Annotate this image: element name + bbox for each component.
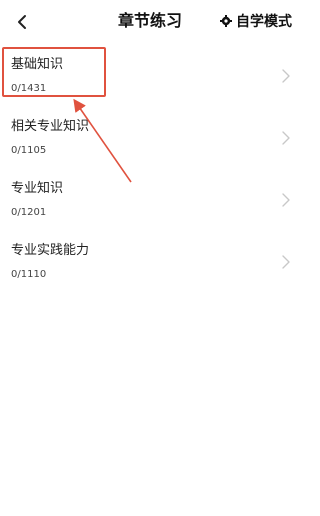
chapter-item-related-professional-knowledge[interactable]: 相关专业知识 0/1105 [0, 107, 300, 169]
gear-icon [220, 15, 232, 27]
chevron-right-icon [282, 69, 290, 83]
chapter-name: 基础知识 [11, 57, 64, 72]
chevron-right-icon [282, 193, 290, 207]
header-bar: 章节练习 自学模式 [0, 0, 300, 42]
self-study-mode-button[interactable]: 自学模式 [220, 11, 292, 31]
chapter-item-professional-practice[interactable]: 专业实践能力 0/1110 [0, 231, 300, 293]
chapter-progress: 0/1431 [11, 83, 47, 94]
chapter-name: 专业实践能力 [11, 243, 90, 258]
chapter-name: 专业知识 [11, 181, 64, 196]
chevron-right-icon [282, 255, 290, 269]
chapter-item-professional-knowledge[interactable]: 专业知识 0/1201 [0, 169, 300, 231]
chapter-item-basic-knowledge[interactable]: 基础知识 0/1431 [0, 45, 300, 107]
chevron-right-icon [282, 131, 290, 145]
chapter-name: 相关专业知识 [11, 119, 90, 134]
chapter-progress: 0/1105 [11, 145, 47, 156]
chapter-progress: 0/1110 [11, 269, 47, 280]
chapter-list: 基础知识 0/1431 相关专业知识 0/1105 专业知识 0/1201 专业… [0, 45, 300, 293]
self-study-mode-label: 自学模式 [236, 14, 292, 30]
chapter-progress: 0/1201 [11, 207, 47, 218]
